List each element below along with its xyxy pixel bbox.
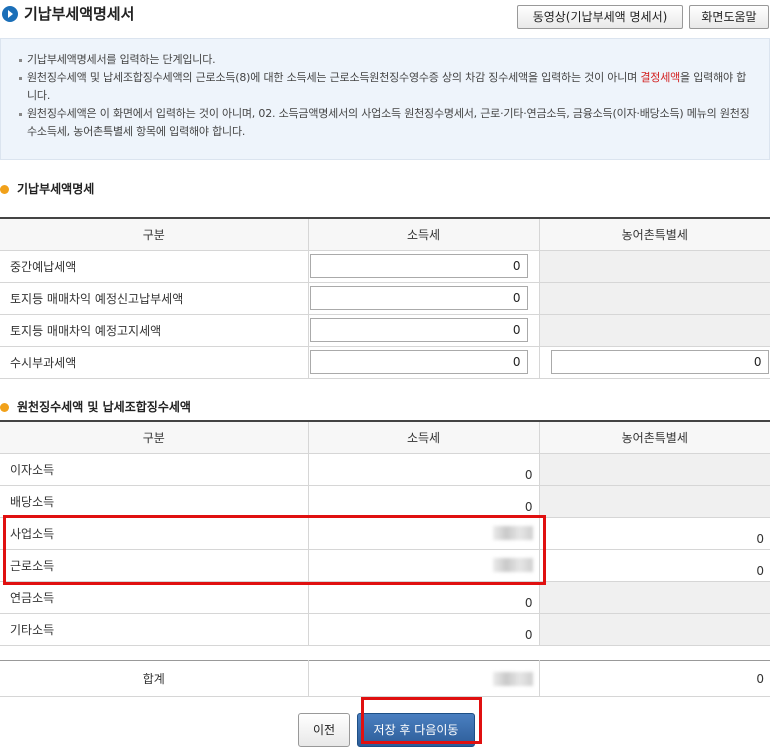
notice-emphasis: 결정세액 bbox=[640, 71, 681, 84]
section-title-prepaid: 기납부세액명세 bbox=[0, 180, 94, 197]
section-bullet-icon bbox=[0, 185, 9, 194]
notice-line-1: 기납부세액명세서를 입력하는 단계입니다. bbox=[19, 51, 753, 69]
table-row: 배당소득 0 bbox=[0, 485, 770, 518]
table-header-row: 구분 소득세 농어촌특별세 bbox=[0, 421, 770, 454]
row-label: 이자소득 bbox=[0, 453, 308, 486]
total-label: 합계 bbox=[0, 660, 308, 697]
table-row: 근로소득 0 bbox=[0, 549, 770, 582]
play-circle-icon bbox=[2, 6, 18, 22]
row-label: 배당소득 bbox=[0, 485, 308, 518]
disabled-cell bbox=[538, 453, 770, 486]
row-label: 사업소득 bbox=[0, 517, 308, 550]
rural-tax-value: 0 bbox=[538, 517, 770, 550]
disabled-cell bbox=[538, 581, 770, 614]
prev-button[interactable]: 이전 bbox=[298, 713, 350, 747]
column-header-income-tax: 소득세 bbox=[307, 421, 539, 454]
section-bullet-icon bbox=[0, 403, 9, 412]
row-label: 토지등 매매차익 예정신고납부세액 bbox=[0, 282, 308, 315]
prepaid-tax-table: 구분 소득세 농어촌특별세 중간예납세액 0 토지등 매매차익 예정신고납부세액… bbox=[0, 217, 770, 379]
rural-tax-value: 0 bbox=[538, 549, 770, 582]
land-sale-report-input[interactable]: 0 bbox=[309, 286, 528, 310]
notice-line-3: 원천징수세액은 이 화면에서 입력하는 것이 아니며, 02. 소득금액명세서의… bbox=[19, 105, 753, 141]
withholding-tax-table: 구분 소득세 농어촌특별세 이자소득 0 배당소득 0 사업소득 0 근로소득 … bbox=[0, 420, 770, 646]
disabled-cell bbox=[538, 314, 770, 347]
row-label: 근로소득 bbox=[0, 549, 308, 582]
total-rural-tax: 0 bbox=[538, 660, 770, 697]
row-label: 중간예납세액 bbox=[0, 250, 308, 283]
disabled-cell bbox=[538, 485, 770, 518]
page-title: 기납부세액명세서 bbox=[24, 5, 135, 23]
table-row: 토지등 매매차익 예정신고납부세액 0 bbox=[0, 282, 770, 315]
video-guide-button[interactable]: 동영상(기납부세액 명세서) bbox=[517, 5, 683, 29]
screen-help-button[interactable]: 화면도움말 bbox=[689, 5, 769, 29]
disabled-cell bbox=[538, 613, 770, 646]
disabled-cell bbox=[538, 250, 770, 283]
table-row: 토지등 매매차익 예정고지세액 0 bbox=[0, 314, 770, 347]
occasional-rural-tax-input[interactable]: 0 bbox=[550, 350, 769, 374]
row-label: 기타소득 bbox=[0, 613, 308, 646]
redacted-value bbox=[492, 671, 533, 686]
table-row: 중간예납세액 0 bbox=[0, 250, 770, 283]
column-header-category: 구분 bbox=[0, 218, 308, 251]
income-tax-value: 0 bbox=[307, 613, 539, 646]
occasional-assessment-input[interactable]: 0 bbox=[309, 350, 528, 374]
table-row: 이자소득 0 bbox=[0, 453, 770, 486]
column-header-income-tax: 소득세 bbox=[307, 218, 539, 251]
income-tax-value-redacted bbox=[307, 549, 539, 582]
column-header-rural-tax: 농어촌특별세 bbox=[538, 421, 770, 454]
table-row: 연금소득 0 bbox=[0, 581, 770, 614]
save-and-next-button[interactable]: 저장 후 다음이동 bbox=[357, 713, 475, 747]
total-row: 합계 0 bbox=[0, 660, 770, 697]
land-sale-notice-input[interactable]: 0 bbox=[309, 318, 528, 342]
income-tax-value: 0 bbox=[307, 485, 539, 518]
income-tax-value-redacted bbox=[307, 517, 539, 550]
redacted-value bbox=[492, 526, 533, 541]
table-row: 사업소득 0 bbox=[0, 517, 770, 550]
column-header-rural-tax: 농어촌특별세 bbox=[538, 218, 770, 251]
row-label: 연금소득 bbox=[0, 581, 308, 614]
disabled-cell bbox=[538, 282, 770, 315]
income-tax-value: 0 bbox=[307, 581, 539, 614]
income-tax-value: 0 bbox=[307, 453, 539, 486]
row-label: 수시부과세액 bbox=[0, 346, 308, 379]
section-title-withholding: 원천징수세액 및 납세조합징수세액 bbox=[0, 398, 191, 415]
table-row: 수시부과세액 0 0 bbox=[0, 346, 770, 379]
row-label: 토지등 매매차익 예정고지세액 bbox=[0, 314, 308, 347]
table-header-row: 구분 소득세 농어촌특별세 bbox=[0, 218, 770, 251]
notice-line-2: 원천징수세액 및 납세조합징수세액의 근로소득(8)에 대한 소득세는 근로소득… bbox=[19, 69, 753, 105]
interim-prepayment-input[interactable]: 0 bbox=[309, 254, 528, 278]
notice-box: 기납부세액명세서를 입력하는 단계입니다. 원천징수세액 및 납세조합징수세액의… bbox=[0, 38, 770, 160]
total-table: 합계 0 bbox=[0, 660, 770, 697]
table-row: 기타소득 0 bbox=[0, 613, 770, 646]
page-header: 기납부세액명세서 동영상(기납부세액 명세서) 화면도움말 bbox=[0, 0, 781, 34]
redacted-value bbox=[492, 558, 533, 573]
column-header-category: 구분 bbox=[0, 421, 308, 454]
total-income-tax-redacted bbox=[307, 660, 539, 697]
